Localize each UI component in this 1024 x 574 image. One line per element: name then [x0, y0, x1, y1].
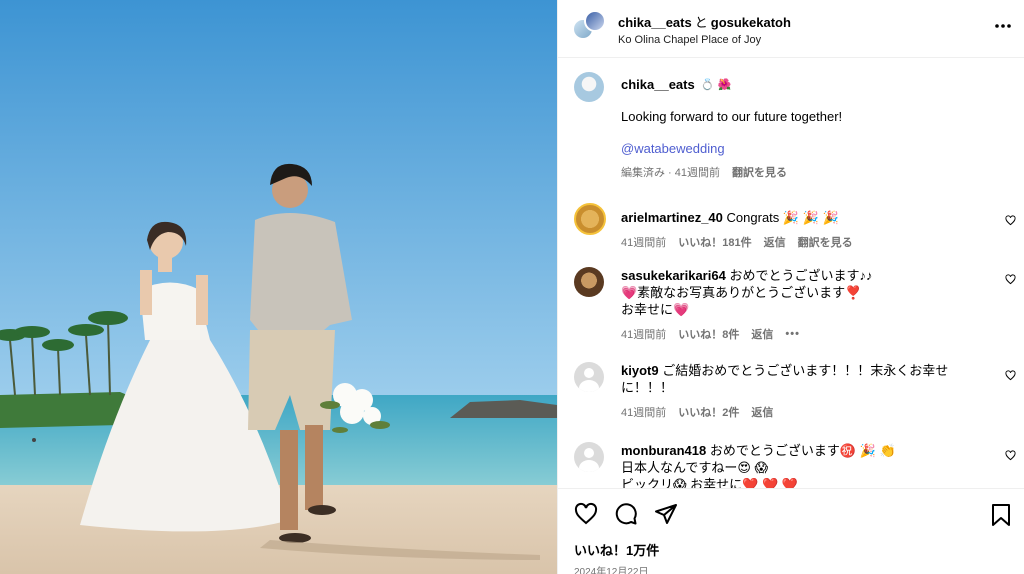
- post-detail-panel: chika__eats と gosukekatoh Ko Olina Chapel …: [557, 0, 1024, 574]
- comment-time: 41週間前: [621, 329, 667, 341]
- comment-username[interactable]: arielmartinez_40: [621, 210, 723, 225]
- comment-more-icon[interactable]: •••: [785, 328, 800, 340]
- caption-mention-link[interactable]: @watabewedding: [621, 141, 1008, 156]
- caption-emoji: 💍 🌺: [700, 78, 732, 91]
- comment-username[interactable]: monburan418: [621, 443, 706, 458]
- comment-item: kiyot9 ご結婚おめでとうございます！！！末永くお幸せ に！！！ 41週間前…: [558, 362, 1024, 442]
- reply-button[interactable]: 返信: [751, 404, 773, 420]
- action-buttons: [574, 501, 1008, 527]
- comment-likes[interactable]: いいね！2件: [678, 404, 739, 420]
- post-view: chika__eats と gosukekatoh Ko Olina Chapel …: [0, 0, 1024, 574]
- header-connector: と: [694, 14, 708, 30]
- post-actions: いいね！1万件 2024年12月22日: [558, 488, 1024, 574]
- comment-time: 41週間前: [621, 237, 667, 249]
- default-avatar-icon[interactable]: [574, 362, 604, 392]
- more-options-icon[interactable]: [994, 15, 1012, 31]
- translate-link[interactable]: 翻訳を見る: [732, 164, 787, 180]
- avatar[interactable]: [584, 9, 606, 32]
- reply-button[interactable]: 返信: [764, 234, 786, 250]
- wedding-beach-photo: [0, 0, 557, 574]
- like-comment-heart-icon[interactable]: [1005, 450, 1016, 461]
- comment-meta: 41週間前 いいね！8件 返信 •••: [621, 326, 974, 342]
- comment-item: sasukekarikari64 おめでとうございます♪♪ 💗素敵なお写真ありが…: [558, 266, 1024, 362]
- caption-text: Looking forward to our future together!: [621, 109, 843, 124]
- comment-bubble-icon[interactable]: [614, 502, 638, 526]
- likes-count[interactable]: いいね！1万件: [574, 540, 1008, 559]
- comment-text: kiyot9 ご結婚おめでとうございます！！！末永くお幸せ: [621, 362, 974, 379]
- caption-user-line: chika__eats 💍 🌺: [621, 76, 1008, 92]
- comment-content: Congrats 🎉 🎉 🎉: [726, 210, 839, 225]
- comment-content-line3: お幸せに💗: [621, 302, 690, 317]
- reply-button[interactable]: 返信: [751, 326, 773, 342]
- header-text: chika__eats と gosukekatoh Ko Olina Chapel …: [618, 12, 791, 46]
- post-header: chika__eats と gosukekatoh Ko Olina Chapel …: [558, 0, 1024, 58]
- comment-content-line1: ご結婚おめでとうございます！！！末永くお幸せ: [662, 363, 949, 378]
- avatar[interactable]: [574, 267, 604, 297]
- translate-link[interactable]: 翻訳を見る: [798, 234, 853, 250]
- caption-username[interactable]: chika__eats: [621, 77, 695, 92]
- like-comment-heart-icon[interactable]: [1005, 370, 1016, 381]
- comment-content-line2: に！！！: [621, 380, 674, 395]
- comment-item: arielmartinez_40 Congrats 🎉 🎉 🎉 41週間前 いい…: [558, 201, 1024, 266]
- comment-body: monburan418 おめでとうございます㊗️ 🎉 👏 日本人なんですねー😍 …: [621, 442, 1008, 488]
- post-date: 2024年12月22日: [574, 567, 649, 574]
- comment-item: monburan418 おめでとうございます㊗️ 🎉 👏 日本人なんですねー😍 …: [558, 442, 1024, 488]
- like-comment-heart-icon[interactable]: [1005, 215, 1016, 226]
- default-avatar-icon[interactable]: [574, 442, 604, 472]
- header-user2[interactable]: gosukekatoh: [711, 15, 791, 30]
- caption-body: chika__eats 💍 🌺 Looking forward to our f…: [621, 72, 1008, 201]
- comment-body: arielmartinez_40 Congrats 🎉 🎉 🎉 41週間前 いい…: [621, 203, 1008, 266]
- header-user1[interactable]: chika__eats: [618, 15, 692, 30]
- comment-likes[interactable]: いいね！181件: [678, 234, 751, 250]
- like-heart-icon[interactable]: [574, 502, 598, 526]
- comment-text: arielmartinez_40 Congrats 🎉 🎉 🎉: [621, 209, 974, 226]
- comment-meta: 41週間前 いいね！2件 返信: [621, 404, 974, 420]
- caption-meta: 編集済み · 41週間前 翻訳を見る: [621, 164, 1008, 180]
- comment-username[interactable]: sasukekarikari64: [621, 268, 726, 283]
- comment-text: monburan418 おめでとうございます㊗️ 🎉 👏: [621, 442, 974, 459]
- comment-content-line1: おめでとうございます♪♪: [729, 268, 873, 283]
- header-usernames: chika__eats と gosukekatoh: [618, 12, 791, 31]
- like-comment-heart-icon[interactable]: [1005, 274, 1016, 285]
- comment-body: sasukekarikari64 おめでとうございます♪♪ 💗素敵なお写真ありが…: [621, 267, 1008, 362]
- comment-text: sasukekarikari64 おめでとうございます♪♪: [621, 267, 974, 284]
- comment-likes[interactable]: いいね！8件: [678, 326, 739, 342]
- comment-body: kiyot9 ご結婚おめでとうございます！！！末永くお幸せ に！！！ 41週間前…: [621, 362, 1008, 442]
- comment-content-line1: おめでとうございます㊗️ 🎉 👏: [709, 443, 896, 458]
- avatar[interactable]: [574, 72, 604, 102]
- caption-edited-time: 編集済み · 41週間前: [621, 167, 721, 179]
- comment-content-line2: 日本人なんですねー😍 😱: [621, 460, 769, 475]
- comments-list[interactable]: chika__eats 💍 🌺 Looking forward to our f…: [558, 58, 1024, 488]
- comment-content-line2: 💗素敵なお写真ありがとうございます❣️: [621, 285, 862, 300]
- header-location[interactable]: Ko Olina Chapel Place of Joy: [618, 34, 791, 46]
- avatar[interactable]: [574, 203, 606, 235]
- bookmark-icon[interactable]: [990, 503, 1012, 527]
- share-paper-plane-icon[interactable]: [654, 502, 678, 526]
- comment-username[interactable]: kiyot9: [621, 363, 659, 378]
- post-photo[interactable]: [0, 0, 557, 574]
- comment-content-line3: ビックリ😱 お幸せに❤️ ❤️ ❤️: [621, 477, 798, 488]
- comment-time: 41週間前: [621, 407, 667, 419]
- post-caption: chika__eats 💍 🌺 Looking forward to our f…: [558, 58, 1024, 201]
- comment-meta: 41週間前 いいね！181件 返信 翻訳を見る: [621, 234, 974, 250]
- collab-avatars[interactable]: [572, 9, 606, 46]
